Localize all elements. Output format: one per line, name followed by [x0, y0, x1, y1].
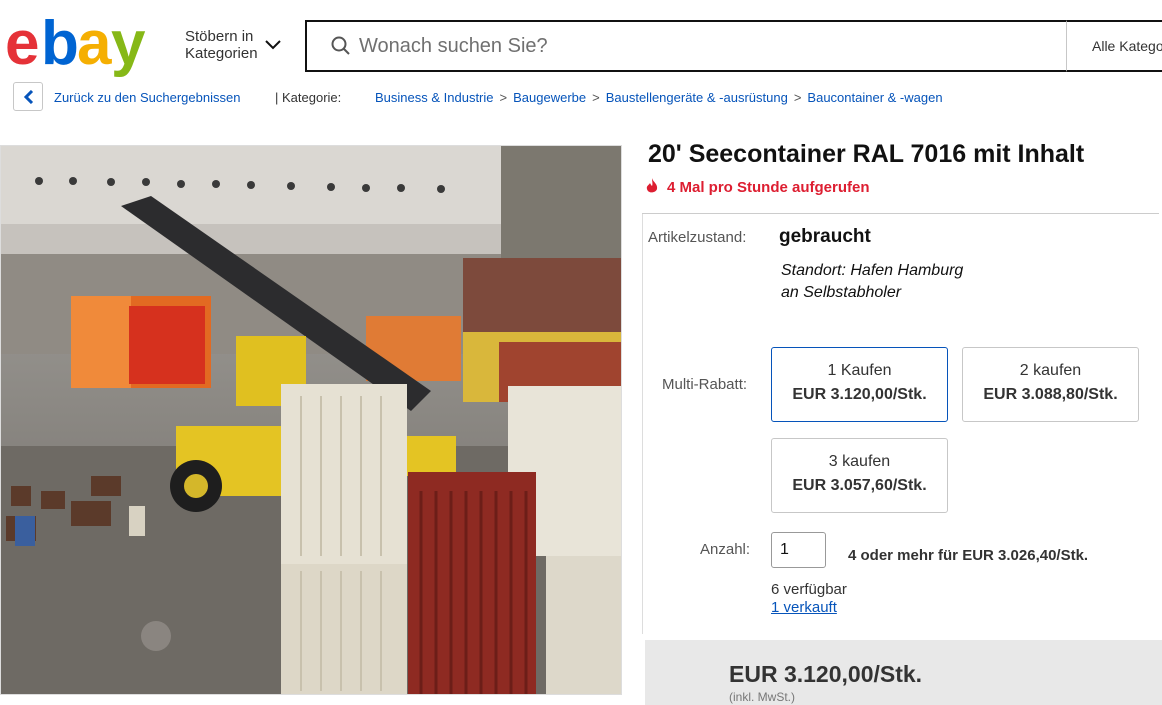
breadcrumb-item-baugewerbe[interactable]: Baugewerbe	[513, 90, 586, 105]
condition-value: gebraucht	[779, 226, 871, 247]
svg-text:b: b	[41, 11, 77, 77]
breadcrumb-separator: >	[793, 90, 802, 105]
svg-text:a: a	[77, 11, 112, 77]
seller-note: Standort: Hafen Hamburg an Selbstabholer	[781, 260, 963, 304]
multi-discount-label: Multi-Rabatt:	[662, 376, 748, 393]
browse-categories-button[interactable]: Stöbern in Kategorien	[185, 28, 258, 62]
back-to-results-link[interactable]: Zurück zu den Suchergebnissen	[54, 90, 240, 105]
svg-text:y: y	[111, 11, 146, 77]
available-count: 6 verfügbar	[771, 581, 847, 598]
breadcrumb-item-baustellengeraete[interactable]: Baustellengeräte & -ausrüstung	[606, 90, 788, 105]
views-indicator: 4 Mal pro Stunde aufgerufen	[645, 178, 870, 198]
tile-qty: 3 kaufen	[828, 453, 891, 470]
browse-label-line2: Kategorien	[185, 45, 258, 62]
note-line: an Selbstabholer	[781, 284, 902, 301]
views-text: 4 Mal pro Stunde aufgerufen	[667, 179, 870, 196]
vat-note: (inkl. MwSt.)	[729, 690, 795, 704]
bulk-price-text: 4 oder mehr für EUR 3.026,40/Stk.	[848, 547, 1089, 564]
back-button[interactable]	[13, 82, 43, 111]
browse-label-line1: Stöbern in	[185, 28, 254, 45]
volume-tile-2[interactable]: 2 kaufen EUR 3.088,80/Stk.	[962, 347, 1139, 422]
note-line: Standort: Hafen Hamburg	[781, 262, 964, 279]
tile-price: EUR 3.088,80/Stk.	[983, 386, 1118, 403]
divider	[642, 214, 643, 634]
tile-price: EUR 3.057,60/Stk.	[792, 477, 927, 494]
breadcrumb-item-business[interactable]: Business & Industrie	[375, 90, 494, 105]
chevron-left-icon	[23, 90, 34, 104]
chevron-down-icon[interactable]	[264, 38, 282, 56]
svg-text:e: e	[5, 11, 38, 77]
volume-tile-1[interactable]: 1 Kaufen EUR 3.120,00/Stk.	[771, 347, 948, 422]
category-label: | Kategorie:	[275, 90, 342, 105]
price-panel: EUR 3.120,00/Stk. (inkl. MwSt.)	[645, 640, 1162, 705]
breadcrumb-separator: >	[499, 90, 508, 105]
price: EUR 3.120,00/Stk.	[729, 661, 923, 687]
flame-icon	[645, 178, 659, 198]
tile-qty: 2 kaufen	[1019, 362, 1082, 379]
listing-title: 20' Seecontainer RAL 7016 mit Inhalt	[648, 140, 1085, 168]
divider	[642, 213, 1159, 214]
quantity-label: Anzahl:	[700, 541, 751, 558]
site-header: e b a y Stöbern in Kategorien Alle Kateg…	[0, 0, 1162, 80]
tile-price: EUR 3.120,00/Stk.	[792, 386, 927, 403]
search-box	[305, 20, 1067, 72]
sold-count-link[interactable]: 1 verkauft	[771, 599, 837, 616]
volume-tile-3[interactable]: 3 kaufen EUR 3.057,60/Stk.	[771, 438, 948, 513]
condition-label: Artikelzustand:	[648, 229, 747, 246]
tile-qty: 1 Kaufen	[827, 362, 892, 379]
search-input[interactable]	[359, 30, 1049, 62]
search-icon	[331, 36, 351, 61]
breadcrumb-separator: >	[592, 90, 600, 105]
quantity-input[interactable]	[771, 532, 826, 568]
breadcrumb-item-baucontainer[interactable]: Baucontainer & -wagen	[807, 90, 942, 105]
product-image[interactable]	[0, 145, 622, 695]
category-select[interactable]: Alle Kategorien	[1067, 20, 1162, 72]
ebay-logo[interactable]: e b a y	[5, 11, 155, 77]
breadcrumb: Business & Industrie > Baugewerbe > Baustell…	[375, 90, 943, 105]
